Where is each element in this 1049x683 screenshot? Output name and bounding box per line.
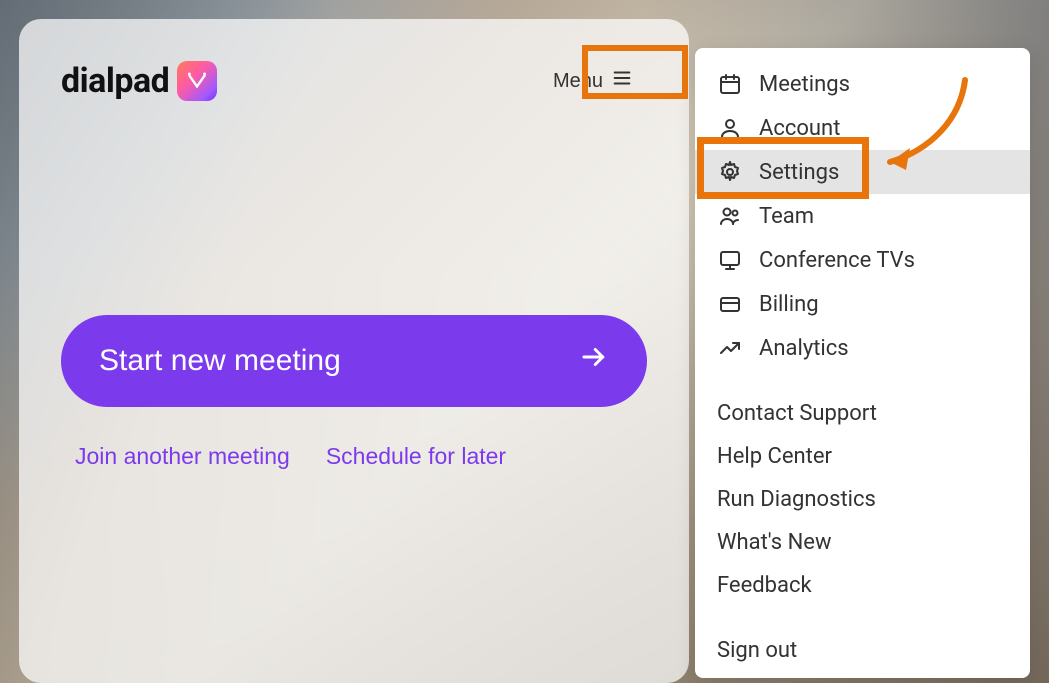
menu-item-label: Meetings — [759, 72, 850, 97]
menu-item-run-diagnostics[interactable]: Run Diagnostics — [695, 478, 1030, 521]
main-panel: dialpad Menu Start new meeting — [19, 19, 689, 683]
menu-item-sign-out[interactable]: Sign out — [695, 629, 1030, 672]
card-icon — [717, 291, 743, 317]
menu-item-label: Analytics — [759, 336, 849, 361]
users-icon — [717, 203, 743, 229]
menu-item-whats-new[interactable]: What's New — [695, 521, 1030, 564]
menu-item-label: What's New — [717, 530, 832, 555]
menu-button-label: Menu — [553, 70, 603, 93]
menu-item-account[interactable]: Account — [695, 106, 1030, 150]
menu-item-label: Conference TVs — [759, 248, 915, 273]
menu-item-team[interactable]: Team — [695, 194, 1030, 238]
schedule-later-link[interactable]: Schedule for later — [326, 443, 506, 470]
menu-item-meetings[interactable]: Meetings — [695, 62, 1030, 106]
panel-header: dialpad Menu — [19, 19, 689, 105]
menu-item-label: Help Center — [717, 444, 832, 469]
menu-dropdown: Meetings Account Settings Team Conferenc… — [695, 48, 1030, 678]
calendar-icon — [717, 71, 743, 97]
actions-area: Start new meeting Join another meeting S… — [19, 315, 689, 470]
monitor-icon — [717, 247, 743, 273]
menu-item-label: Settings — [759, 160, 839, 185]
menu-item-feedback[interactable]: Feedback — [695, 564, 1030, 607]
logo-badge-icon — [177, 61, 217, 101]
menu-item-conference-tvs[interactable]: Conference TVs — [695, 238, 1030, 282]
menu-item-label: Run Diagnostics — [717, 487, 876, 512]
secondary-actions: Join another meeting Schedule for later — [61, 443, 647, 470]
arrow-right-icon — [579, 342, 609, 380]
menu-item-label: Billing — [759, 292, 819, 317]
menu-divider — [695, 370, 1030, 392]
menu-divider — [695, 607, 1030, 629]
start-meeting-label: Start new meeting — [99, 344, 341, 378]
menu-item-label: Contact Support — [717, 401, 877, 426]
menu-item-label: Team — [759, 204, 814, 229]
menu-item-label: Sign out — [717, 638, 797, 663]
menu-item-help-center[interactable]: Help Center — [695, 435, 1030, 478]
menu-item-analytics[interactable]: Analytics — [695, 326, 1030, 370]
menu-button[interactable]: Menu — [539, 57, 647, 105]
menu-item-settings[interactable]: Settings — [695, 150, 1030, 194]
logo: dialpad — [61, 61, 217, 101]
join-meeting-link[interactable]: Join another meeting — [75, 443, 290, 470]
menu-item-label: Account — [759, 116, 840, 141]
user-icon — [717, 115, 743, 141]
menu-item-contact-support[interactable]: Contact Support — [695, 392, 1030, 435]
menu-item-label: Feedback — [717, 573, 812, 598]
gear-icon — [717, 159, 743, 185]
hamburger-icon — [611, 67, 633, 95]
start-meeting-button[interactable]: Start new meeting — [61, 315, 647, 407]
menu-item-billing[interactable]: Billing — [695, 282, 1030, 326]
logo-text: dialpad — [61, 61, 169, 101]
trend-icon — [717, 335, 743, 361]
